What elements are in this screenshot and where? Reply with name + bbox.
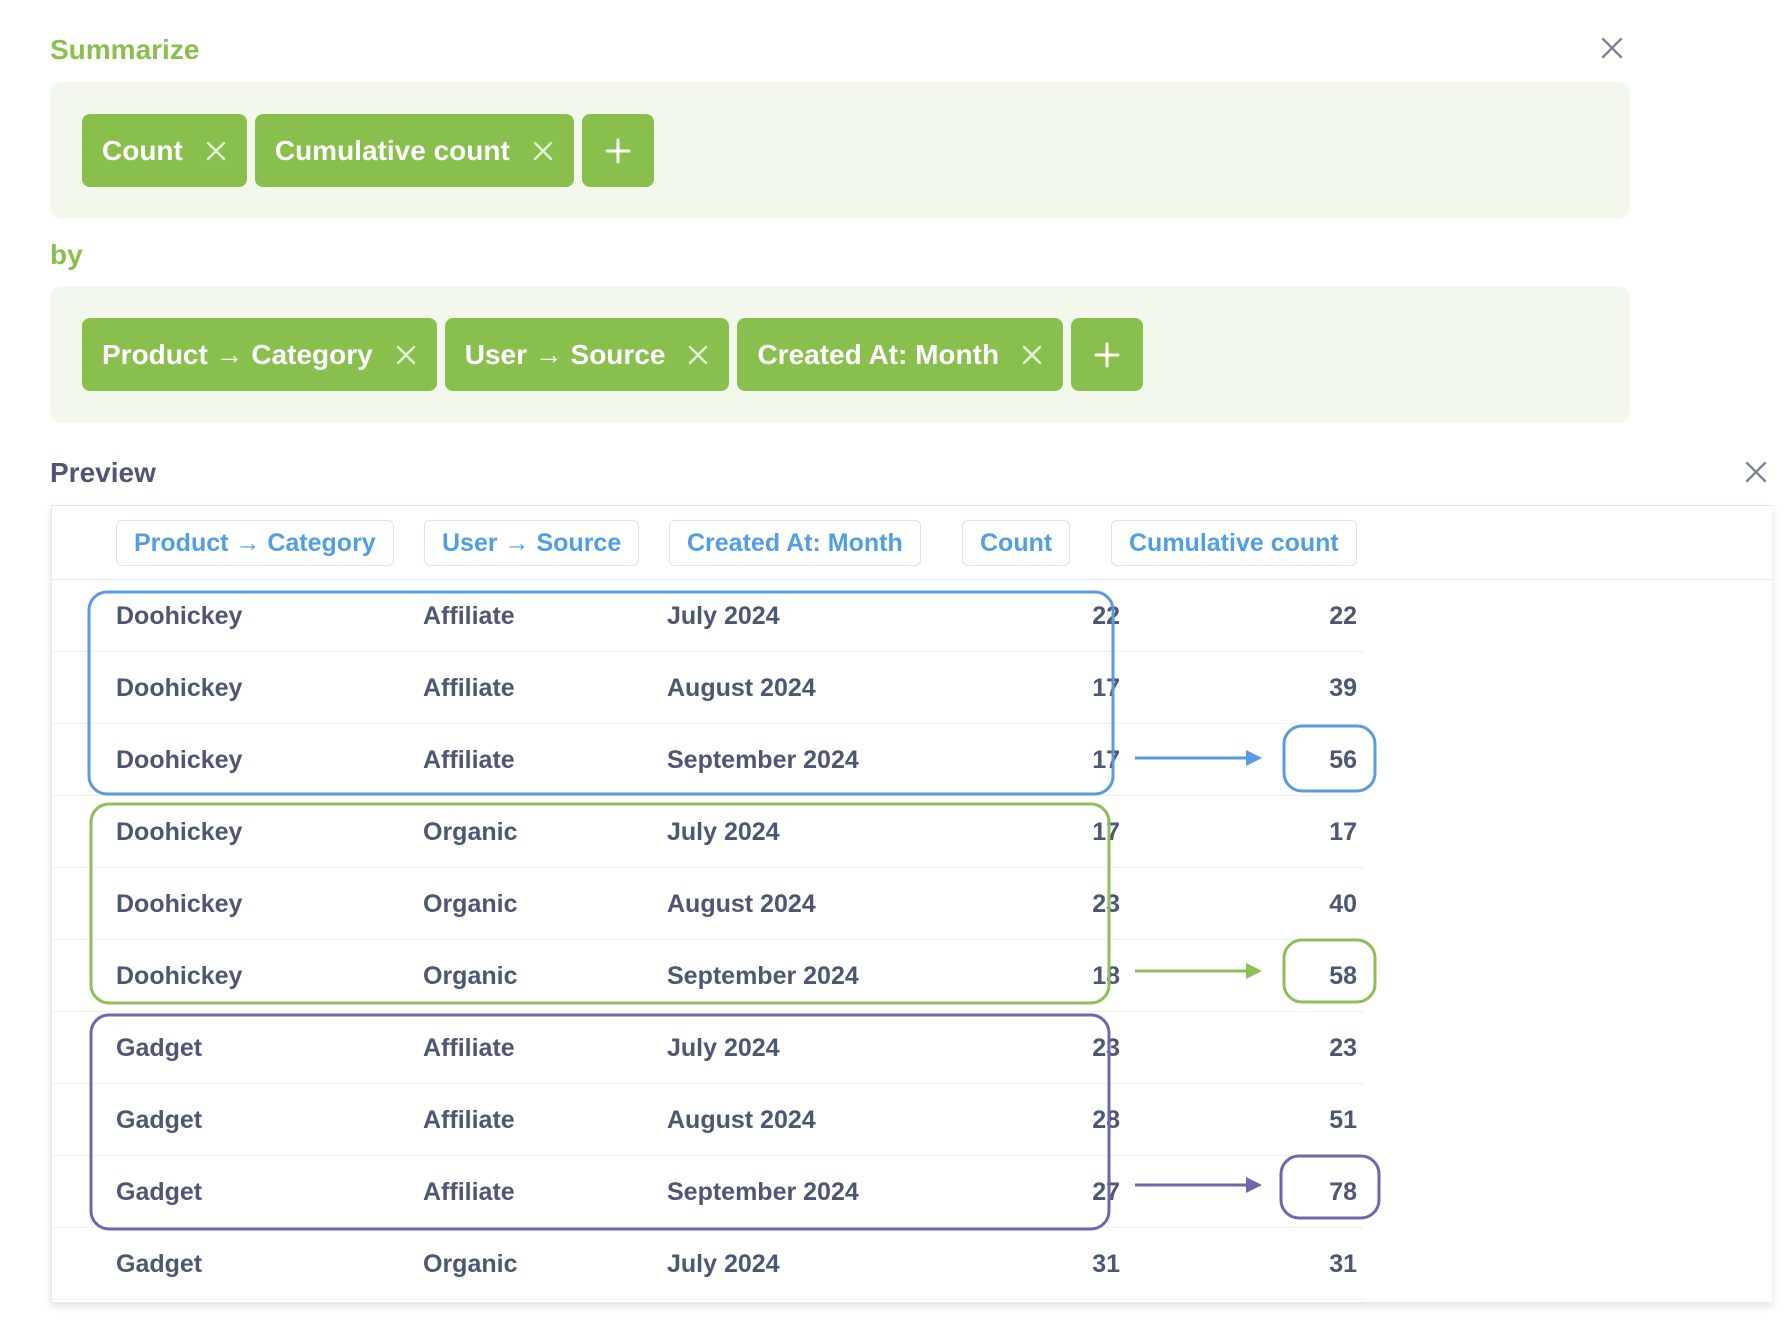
aggregations-panel: Count Cumulative count xyxy=(50,82,1630,219)
remove-breakout-icon[interactable] xyxy=(687,344,709,366)
table-row: Doohickey Affiliate July 2024 22 22 xyxy=(52,580,1772,652)
cell-month: July 2024 xyxy=(667,1228,780,1300)
cell-count: 17 xyxy=(1015,652,1120,724)
table-row: Doohickey Organic September 2024 18 58 xyxy=(52,940,1772,1012)
table-row: Doohickey Organic August 2024 23 40 xyxy=(52,868,1772,940)
cell-month: August 2024 xyxy=(667,868,816,940)
cell-category: Doohickey xyxy=(116,940,242,1012)
table-row: Gadget Organic July 2024 31 31 xyxy=(52,1228,1772,1300)
cell-source: Affiliate xyxy=(423,580,515,652)
table-row: Gadget Affiliate September 2024 27 78 xyxy=(52,1156,1772,1228)
cell-month: August 2024 xyxy=(667,1084,816,1156)
cell-count: 17 xyxy=(1015,796,1120,868)
cell-source: Affiliate xyxy=(423,1156,515,1228)
breakout-pill-product-category[interactable]: Product → Category xyxy=(82,318,437,391)
metric-pill-label: Cumulative count xyxy=(275,135,510,167)
add-metric-button[interactable] xyxy=(582,114,654,187)
add-breakout-button[interactable] xyxy=(1071,318,1143,391)
column-header-created-at-month[interactable]: Created At: Month xyxy=(669,520,921,566)
cell-source: Affiliate xyxy=(423,1012,515,1084)
metric-pill-label: Count xyxy=(102,135,183,167)
summarize-title: Summarize xyxy=(50,34,199,66)
cell-cumulative-count: 39 xyxy=(1252,652,1357,724)
cell-month: September 2024 xyxy=(667,1156,859,1228)
plus-icon xyxy=(1093,341,1121,369)
cell-source: Affiliate xyxy=(423,652,515,724)
cell-source: Affiliate xyxy=(423,1084,515,1156)
cell-cumulative-count: 40 xyxy=(1252,868,1357,940)
cell-category: Gadget xyxy=(116,1228,202,1300)
metric-pill-count[interactable]: Count xyxy=(82,114,247,187)
cell-count: 17 xyxy=(1015,724,1120,796)
table-row: Doohickey Organic July 2024 17 17 xyxy=(52,796,1772,868)
cell-cumulative-count: 31 xyxy=(1252,1228,1357,1300)
cell-source: Organic xyxy=(423,1228,517,1300)
cell-cumulative-count: 23 xyxy=(1252,1012,1357,1084)
column-header-user-source[interactable]: User → Source xyxy=(424,520,639,566)
breakout-pill-label: Created At: Month xyxy=(757,339,999,371)
cell-cumulative-count: 17 xyxy=(1252,796,1357,868)
cell-month: September 2024 xyxy=(667,724,859,796)
table-row: Gadget Affiliate August 2024 28 51 xyxy=(52,1084,1772,1156)
plus-icon xyxy=(604,137,632,165)
cell-category: Doohickey xyxy=(116,580,242,652)
remove-breakout-icon[interactable] xyxy=(395,344,417,366)
remove-metric-icon[interactable] xyxy=(532,140,554,162)
cell-category: Gadget xyxy=(116,1012,202,1084)
table-body: Doohickey Affiliate July 2024 22 22 Dooh… xyxy=(52,580,1772,1300)
cell-source: Organic xyxy=(423,940,517,1012)
cell-cumulative-count: 58 xyxy=(1252,940,1357,1012)
cell-cumulative-count: 51 xyxy=(1252,1084,1357,1156)
table-row: Gadget Affiliate July 2024 23 23 xyxy=(52,1012,1772,1084)
cell-count: 23 xyxy=(1015,868,1120,940)
breakout-pill-created-at-month[interactable]: Created At: Month xyxy=(737,318,1063,391)
cell-cumulative-count: 78 xyxy=(1252,1156,1357,1228)
cell-month: September 2024 xyxy=(667,940,859,1012)
breakout-panel: Product → Category User → Source Created… xyxy=(50,286,1630,423)
cell-category: Doohickey xyxy=(116,724,242,796)
remove-breakout-icon[interactable] xyxy=(1021,344,1043,366)
column-header-product-category[interactable]: Product → Category xyxy=(116,520,394,566)
remove-metric-icon[interactable] xyxy=(205,140,227,162)
breakout-pill-label: User → Source xyxy=(465,339,666,371)
cell-source: Affiliate xyxy=(423,724,515,796)
cell-count: 31 xyxy=(1015,1228,1120,1300)
preview-table: Product → Category User → Source Created… xyxy=(51,505,1772,1302)
column-header-cumulative-count[interactable]: Cumulative count xyxy=(1111,520,1357,566)
close-preview-icon[interactable] xyxy=(1744,460,1768,484)
cell-count: 18 xyxy=(1015,940,1120,1012)
cell-month: July 2024 xyxy=(667,580,780,652)
breakout-pill-user-source[interactable]: User → Source xyxy=(445,318,730,391)
cell-category: Doohickey xyxy=(116,868,242,940)
cell-cumulative-count: 56 xyxy=(1252,724,1357,796)
cell-month: July 2024 xyxy=(667,796,780,868)
breakout-title: by xyxy=(50,239,83,271)
close-summarize-icon[interactable] xyxy=(1600,36,1624,60)
cell-category: Doohickey xyxy=(116,796,242,868)
cell-cumulative-count: 22 xyxy=(1252,580,1357,652)
cell-category: Doohickey xyxy=(116,652,242,724)
table-row: Doohickey Affiliate August 2024 17 39 xyxy=(52,652,1772,724)
preview-title: Preview xyxy=(50,457,156,489)
column-header-count[interactable]: Count xyxy=(962,520,1070,566)
cell-category: Gadget xyxy=(116,1156,202,1228)
cell-count: 27 xyxy=(1015,1156,1120,1228)
cell-source: Organic xyxy=(423,796,517,868)
breakout-pill-label: Product → Category xyxy=(102,339,373,371)
table-header: Product → Category User → Source Created… xyxy=(52,506,1772,580)
cell-category: Gadget xyxy=(116,1084,202,1156)
cell-source: Organic xyxy=(423,868,517,940)
cell-month: August 2024 xyxy=(667,652,816,724)
metric-pill-cumulative-count[interactable]: Cumulative count xyxy=(255,114,574,187)
cell-count: 23 xyxy=(1015,1012,1120,1084)
cell-month: July 2024 xyxy=(667,1012,780,1084)
table-row: Doohickey Affiliate September 2024 17 56 xyxy=(52,724,1772,796)
cell-count: 22 xyxy=(1015,580,1120,652)
cell-count: 28 xyxy=(1015,1084,1120,1156)
